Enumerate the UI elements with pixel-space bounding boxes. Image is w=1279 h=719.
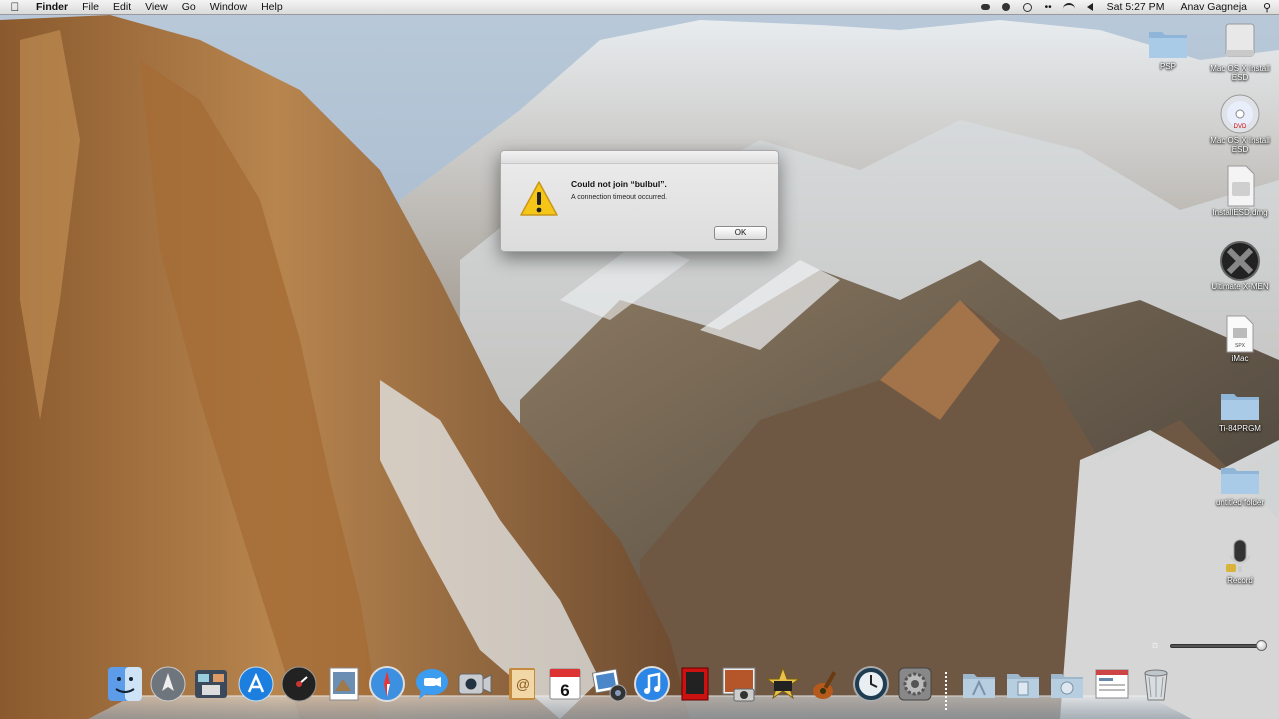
- calendar-icon[interactable]: 6: [546, 665, 584, 703]
- xmen-icon: [1220, 241, 1260, 281]
- folder-icon: [1221, 468, 1259, 494]
- folder-icon: [1149, 32, 1187, 58]
- svg-text:DVD: DVD: [1234, 124, 1247, 130]
- applications-stack-icon[interactable]: [960, 665, 998, 703]
- fast-user-switch[interactable]: Anav Gagneja: [1172, 0, 1255, 15]
- desktop-icon-label: Ultimate X-MEN: [1211, 282, 1269, 291]
- alert-message: A connection timeout occurred.: [571, 194, 668, 201]
- menu-help[interactable]: Help: [254, 0, 290, 15]
- finder-icon[interactable]: [106, 665, 144, 703]
- imovie-icon[interactable]: [764, 665, 802, 703]
- desktop-icon-label: Ti-84PRGM: [1219, 424, 1261, 433]
- ok-button[interactable]: OK: [714, 226, 767, 240]
- desktop-icon-label: InstallESD.dmg: [1212, 208, 1268, 217]
- web-clip-icon[interactable]: [1093, 665, 1131, 703]
- spotlight-search-icon[interactable]: ⚲: [1255, 1, 1279, 14]
- menu-bar:  Finder File Edit View Go Window Help •…: [0, 0, 1279, 15]
- menu-go[interactable]: Go: [175, 0, 203, 15]
- messages-icon[interactable]: [413, 665, 451, 703]
- desktop-wallpaper: [0, 0, 1279, 719]
- menu-view[interactable]: View: [138, 0, 175, 15]
- desktop-icon-install-esd-dvd[interactable]: DVD Mac OS X Install ESD: [1210, 92, 1270, 154]
- photo-booth-icon[interactable]: [676, 665, 714, 703]
- documents-stack-icon[interactable]: [1004, 665, 1042, 703]
- airplay-icon[interactable]: [975, 0, 996, 15]
- desktop-icon-imac[interactable]: SPX iMac: [1210, 314, 1270, 363]
- iphoto-icon[interactable]: [590, 665, 628, 703]
- drive-icon: [1225, 23, 1255, 57]
- menubar-clock[interactable]: Sat 5:27 PM: [1101, 0, 1173, 15]
- apple-icon[interactable]: : [0, 0, 30, 14]
- desktop-icon-installesd-dmg[interactable]: InstallESD.dmg: [1210, 164, 1270, 217]
- brightness-knob[interactable]: [1256, 640, 1267, 651]
- bluetooth-icon[interactable]: ••: [1038, 0, 1059, 15]
- svg-text:@: @: [516, 676, 530, 692]
- disk-image-icon: [1227, 165, 1255, 207]
- menu-finder[interactable]: Finder: [30, 0, 75, 15]
- connection-error-alert: Could not join “bulbul”. A connection ti…: [500, 150, 779, 252]
- time-machine-icon[interactable]: [1017, 0, 1038, 15]
- trash-icon[interactable]: [1137, 665, 1175, 703]
- preview-icon[interactable]: [325, 665, 363, 703]
- dvd-icon: DVD: [1220, 94, 1260, 134]
- folder-icon: [1221, 394, 1259, 420]
- dock-separator: [945, 672, 947, 710]
- garageband-icon[interactable]: [808, 665, 846, 703]
- desktop-icon-install-esd-drive[interactable]: Mac OS X Install ESD: [1210, 20, 1270, 82]
- desktop-icon-label: PSP: [1159, 62, 1176, 71]
- launchpad-icon[interactable]: [149, 665, 187, 703]
- address-book-icon[interactable]: @: [503, 665, 541, 703]
- caution-icon: [520, 181, 558, 216]
- menu-edit[interactable]: Edit: [106, 0, 138, 15]
- brightness-icon: ☼: [1150, 639, 1161, 651]
- desktop-icon-label: Mac OS X Install ESD: [1210, 64, 1270, 82]
- desktop-icon-psp[interactable]: PSP: [1138, 26, 1198, 71]
- brightness-track[interactable]: [1170, 644, 1266, 648]
- document-icon: SPX: [1226, 315, 1254, 353]
- calendar-day: 6: [560, 681, 569, 700]
- dashboard-icon[interactable]: [280, 665, 318, 703]
- backup-icon[interactable]: [996, 0, 1017, 15]
- desktop-icon-ti-84prgm[interactable]: Ti-84PRGM: [1210, 388, 1270, 433]
- alert-title-bar[interactable]: [501, 151, 778, 164]
- microphone-icon: [1226, 539, 1251, 572]
- desktop-icon-untitled-folder[interactable]: untitled folder: [1210, 462, 1270, 507]
- menu-extras: •• Sat 5:27 PM Anav Gagneja ⚲: [975, 0, 1279, 15]
- menu-file[interactable]: File: [75, 0, 106, 15]
- wifi-icon[interactable]: [1059, 0, 1080, 15]
- downloads-stack-icon[interactable]: [1048, 665, 1086, 703]
- image-capture-icon[interactable]: [720, 665, 758, 703]
- desktop-icon-label: untitled folder: [1215, 498, 1265, 507]
- brightness-slider[interactable]: ☼: [1148, 638, 1275, 654]
- desktop-icon-label: Record: [1227, 576, 1253, 585]
- desktop-icon-label: Mac OS X Install ESD: [1210, 136, 1270, 154]
- desktop-icon-ultimate-x-men[interactable]: Ultimate X-MEN: [1210, 240, 1270, 291]
- desktop-icon-record[interactable]: Record: [1210, 536, 1270, 585]
- desktop-icon-label: iMac: [1231, 354, 1249, 363]
- facetime-icon[interactable]: [456, 665, 494, 703]
- time-machine-icon[interactable]: [852, 665, 890, 703]
- menu-window[interactable]: Window: [203, 0, 254, 15]
- itunes-icon[interactable]: [633, 665, 671, 703]
- volume-icon[interactable]: [1080, 0, 1101, 15]
- svg-text:SPX: SPX: [1235, 343, 1246, 349]
- alert-headline: Could not join “bulbul”.: [571, 179, 667, 189]
- app-store-icon[interactable]: [237, 665, 275, 703]
- mission-control-icon[interactable]: [192, 665, 230, 703]
- safari-icon[interactable]: [368, 665, 406, 703]
- system-preferences-icon[interactable]: [896, 665, 934, 703]
